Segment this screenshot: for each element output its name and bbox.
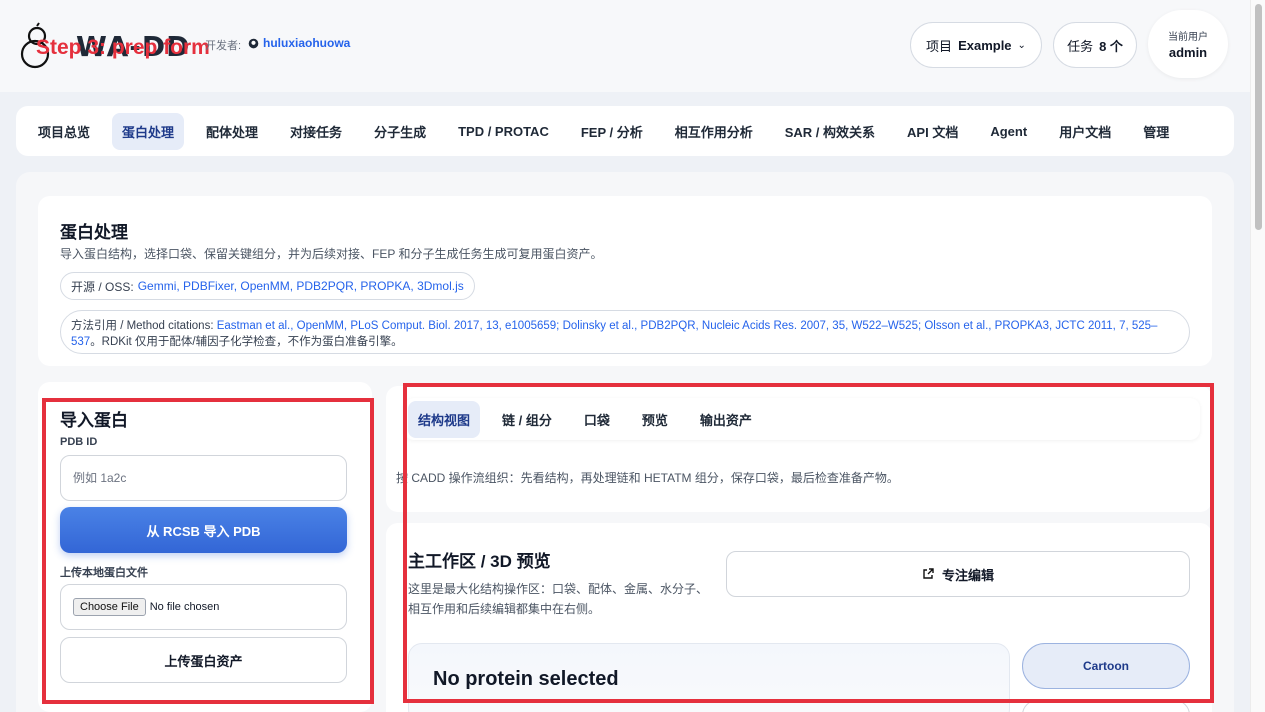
main-nav: 项目总览 蛋白处理 配体处理 对接任务 分子生成 TPD / PROTAC FE… xyxy=(16,106,1234,156)
oss-chip: 开源 / OSS: Gemmi, PDBFixer, OpenMM, PDB2P… xyxy=(60,272,475,300)
highlight-box-workspace xyxy=(403,383,1214,703)
developer-label: 开发者: xyxy=(205,40,242,52)
nav-item-interaction[interactable]: 相互作用分析 xyxy=(665,113,763,150)
nav-item-user-docs[interactable]: 用户文档 xyxy=(1049,113,1121,150)
chevron-down-icon: ⌄ xyxy=(1017,39,1026,51)
project-selector[interactable]: 项目 Example ⌄ xyxy=(910,22,1042,68)
project-value: Example xyxy=(958,37,1012,53)
project-label: 项目 xyxy=(926,38,953,54)
developer-name: huluxiaohuowa xyxy=(263,36,351,50)
citations-suffix: 。RDKit 仅用于配体/辅因子化学检查，不作为蛋白准备引擎。 xyxy=(90,336,403,348)
step-annotation: Step 3: prep form xyxy=(36,36,210,59)
oss-tools-link[interactable]: Gemmi, PDBFixer, OpenMM, PDB2PQR, PROPKA… xyxy=(138,279,464,293)
nav-item-docking[interactable]: 对接任务 xyxy=(280,113,352,150)
page-scrollbar[interactable] xyxy=(1250,0,1265,712)
nav-item-sar[interactable]: SAR / 构效关系 xyxy=(775,113,885,150)
developer-link[interactable]: huluxiaohuowa xyxy=(248,36,350,50)
highlight-box-import xyxy=(42,398,374,704)
oss-prefix: 开源 / OSS: xyxy=(71,279,134,294)
nav-item-fep[interactable]: FEP / 分析 xyxy=(571,113,653,150)
citations-prefix: 方法引用 / Method citations: xyxy=(71,320,214,332)
nav-item-agent[interactable]: Agent xyxy=(980,115,1037,148)
nav-item-tpd[interactable]: TPD / PROTAC xyxy=(448,115,559,148)
nav-item-ligand[interactable]: 配体处理 xyxy=(196,113,268,150)
citations-box: 方法引用 / Method citations: Eastman et al.,… xyxy=(60,310,1190,354)
page-title: 蛋白处理 xyxy=(60,223,128,242)
task-counter[interactable]: 任务 8 个 xyxy=(1053,22,1137,68)
github-icon xyxy=(248,38,259,48)
nav-item-api-docs[interactable]: API 文档 xyxy=(897,113,968,150)
page-description: 导入蛋白结构，选择口袋、保留关键组分，并为后续对接、FEP 和分子生成任务生成可… xyxy=(60,247,603,261)
nav-item-generation[interactable]: 分子生成 xyxy=(364,113,436,150)
task-label: 任务 xyxy=(1067,38,1094,54)
nav-item-overview[interactable]: 项目总览 xyxy=(28,113,100,150)
intro-card: 蛋白处理 导入蛋白结构，选择口袋、保留关键组分，并为后续对接、FEP 和分子生成… xyxy=(38,196,1212,366)
user-name: admin xyxy=(1168,45,1208,60)
user-badge[interactable]: 当前用户 admin xyxy=(1148,10,1228,78)
task-count: 8 个 xyxy=(1099,38,1123,54)
user-caption: 当前用户 xyxy=(1168,32,1208,43)
scrollbar-thumb[interactable] xyxy=(1255,4,1262,230)
nav-item-admin[interactable]: 管理 xyxy=(1133,113,1179,150)
nav-item-protein[interactable]: 蛋白处理 xyxy=(112,112,185,150)
